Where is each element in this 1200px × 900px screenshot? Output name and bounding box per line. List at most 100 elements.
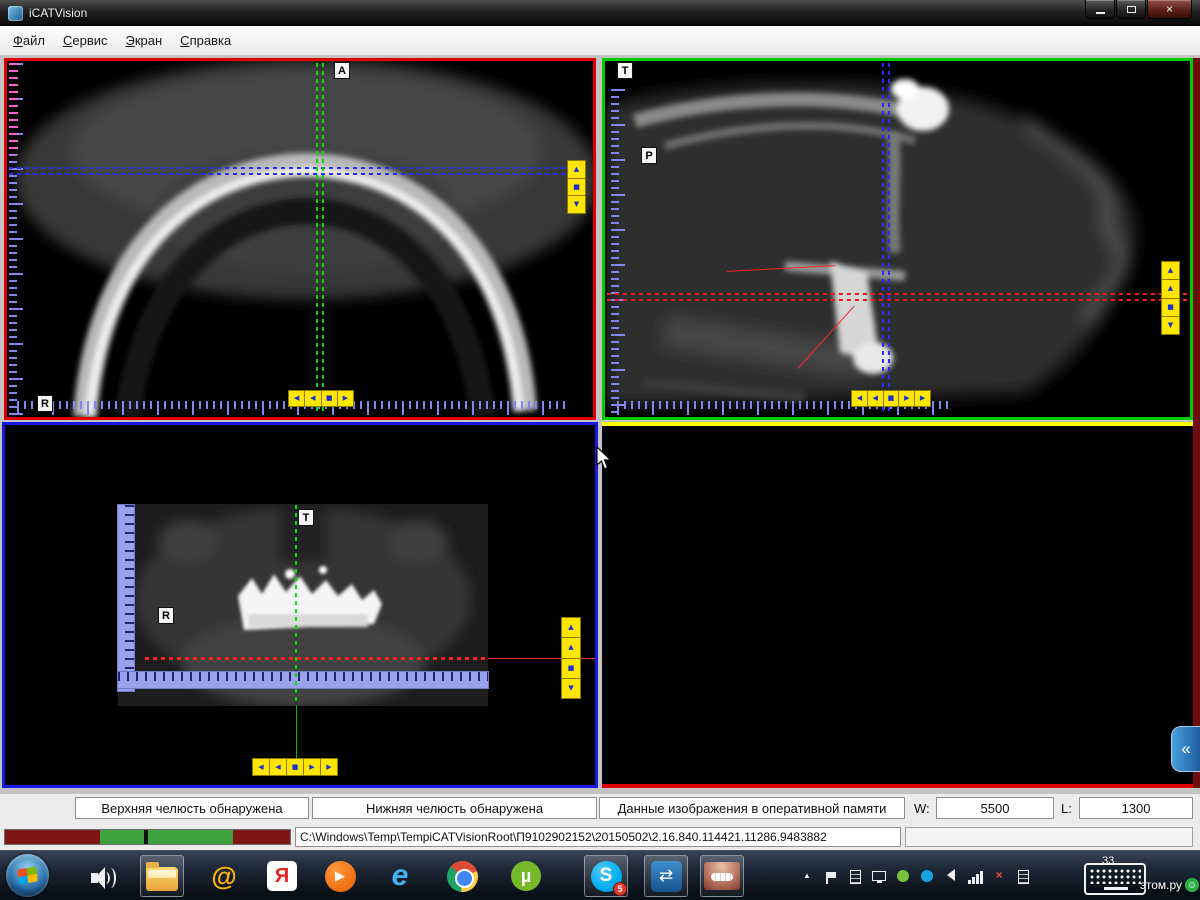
axial-ct-image[interactable] [7, 61, 593, 417]
slider-right-icon[interactable]: ▶ [321, 759, 337, 775]
minimize-icon [1096, 12, 1105, 14]
internet-explorer-icon[interactable]: e [382, 858, 418, 894]
axial-vertical-crosshair-line[interactable] [316, 63, 318, 415]
coronal-vertical-crosshair-extension[interactable] [296, 705, 297, 759]
window-width-field[interactable]: 5500 [936, 797, 1054, 819]
axial-horizontal-crosshair-line[interactable] [9, 167, 569, 169]
sagittal-slice-slider-vertical[interactable]: ▲ ▲ ■ ▼ [1161, 261, 1180, 335]
tray-volume-icon[interactable] [942, 866, 960, 884]
axial-slice-slider-horizontal[interactable]: ◀ ◀ ■ ▶ [288, 390, 354, 407]
menubar: Файл Сервис Экран Справка [0, 26, 1200, 56]
slider-down-icon[interactable]: ▼ [1162, 317, 1179, 334]
maximize-icon [1127, 6, 1136, 13]
tray-display-icon[interactable] [870, 866, 888, 884]
viewport-axial[interactable]: A R ▲ ■ ▼ ◀ ◀ ■ ▶ [4, 58, 596, 420]
minimize-button[interactable] [1085, 0, 1115, 19]
slider-down-icon[interactable]: ▼ [562, 679, 580, 698]
coronal-slice-slider-vertical[interactable]: ▲ ▲ ■ ▼ [561, 617, 581, 699]
slider-thumb-icon[interactable]: ■ [562, 659, 580, 679]
sagittal-vertical-crosshair-line[interactable] [888, 63, 890, 415]
viewport-sagittal[interactable]: T P ▲ ▲ ■ ▼ ◀ ◀ ■ ▶ ▶ [602, 58, 1193, 420]
teamviewer-panel-tab[interactable]: « [1171, 726, 1200, 772]
slider-thumb-icon[interactable]: ■ [884, 391, 900, 406]
sagittal-ct-image[interactable] [605, 61, 1190, 417]
axial-pink-ruler-segment [9, 63, 23, 155]
slider-left-icon[interactable]: ◀ [270, 759, 287, 775]
photo-viewer-icon[interactable] [704, 858, 740, 894]
menu-screen[interactable]: Экран [117, 29, 172, 52]
tray-skype-icon[interactable] [918, 866, 936, 884]
orientation-label-right: R [158, 607, 174, 624]
tray-document-icon[interactable] [846, 866, 864, 884]
coronal-vertical-crosshair-line[interactable] [295, 505, 297, 705]
coronal-slice-slider-horizontal[interactable]: ◀ ◀ ■ ▶ ▶ [252, 758, 338, 776]
histogram-segment [100, 830, 144, 844]
slider-right-icon[interactable]: ▶ [338, 391, 353, 406]
viewport-coronal[interactable]: T R ▲ ▲ ■ ▼ ◀ ◀ ■ ▶ ▶ [2, 422, 598, 788]
slider-right-icon[interactable]: ▶ [899, 391, 915, 406]
slider-left-icon[interactable]: ◀ [868, 391, 884, 406]
close-button[interactable]: × [1147, 0, 1192, 19]
slider-left-icon[interactable]: ◀ [253, 759, 270, 775]
window-title: iCATVision [29, 6, 87, 20]
tray-alert-icon[interactable]: × [990, 866, 1008, 884]
utorrent-icon[interactable]: µ [508, 858, 544, 894]
axial-slice-slider-vertical[interactable]: ▲ ■ ▼ [567, 160, 586, 214]
coronal-vertical-ruler [117, 504, 135, 692]
orientation-label-anterior: A [334, 62, 350, 79]
sagittal-vertical-crosshair-line[interactable] [882, 63, 884, 415]
axial-vertical-crosshair-line[interactable] [322, 63, 324, 415]
sagittal-horizontal-crosshair-line[interactable] [607, 293, 1188, 295]
app-icon [8, 6, 23, 21]
slider-right-icon[interactable]: ▶ [915, 391, 930, 406]
slider-up-icon[interactable]: ▲ [1162, 262, 1179, 280]
desktop: iCATVision × Файл Сервис Экран Справка [0, 0, 1200, 900]
explorer-icon[interactable] [144, 858, 180, 894]
status-lower-jaw: Нижняя челюсть обнаружена [312, 797, 597, 819]
window-level-field[interactable]: 1300 [1079, 797, 1193, 819]
mail-agent-icon[interactable]: @ [206, 858, 242, 894]
menu-file[interactable]: Файл [4, 29, 54, 52]
menu-help[interactable]: Справка [171, 29, 240, 52]
axial-horizontal-crosshair-line[interactable] [9, 173, 569, 175]
volume-mixer-icon[interactable] [86, 858, 122, 894]
slider-thumb-icon[interactable]: ■ [568, 179, 585, 197]
slider-thumb-icon[interactable]: ■ [1162, 299, 1179, 317]
tray-utorrent-icon[interactable] [894, 866, 912, 884]
show-hidden-icons-button[interactable]: ▲ [798, 866, 816, 884]
viewport-empty [602, 422, 1193, 788]
slider-right-icon[interactable]: ▶ [304, 759, 321, 775]
maximize-button[interactable] [1116, 0, 1146, 19]
tray-flag-icon[interactable] [822, 866, 840, 884]
yandex-browser-icon[interactable]: Я [264, 858, 300, 894]
slider-up-icon[interactable]: ▲ [562, 638, 580, 658]
windows-logo-icon [17, 866, 37, 884]
slider-thumb-icon[interactable]: ■ [322, 391, 338, 406]
slider-down-icon[interactable]: ▼ [568, 196, 585, 213]
coronal-horizontal-ruler [117, 671, 489, 689]
titlebar: iCATVision × [0, 0, 1200, 26]
teamviewer-icon[interactable]: ⇄ [648, 858, 684, 894]
sagittal-horizontal-crosshair-line[interactable] [607, 299, 1188, 301]
start-button[interactable] [6, 854, 49, 897]
tray-network-icon[interactable] [966, 866, 984, 884]
window-edge-strip [1193, 58, 1200, 788]
slider-up-icon[interactable]: ▲ [562, 618, 580, 638]
slider-left-icon[interactable]: ◀ [852, 391, 868, 406]
window-level-histogram[interactable] [4, 829, 291, 845]
status-bar: Верхняя челюсть обнаружена Нижняя челюст… [0, 794, 1200, 824]
slider-thumb-icon[interactable]: ■ [287, 759, 304, 775]
slider-up-icon[interactable]: ▲ [1162, 280, 1179, 298]
media-player-icon[interactable]: ▶ [322, 858, 358, 894]
skype-icon[interactable]: S 5 [588, 858, 624, 894]
slider-left-icon[interactable]: ◀ [289, 391, 305, 406]
coronal-horizontal-crosshair-line[interactable] [145, 657, 488, 660]
slider-left-icon[interactable]: ◀ [305, 391, 321, 406]
sagittal-slice-slider-horizontal[interactable]: ◀ ◀ ■ ▶ ▶ [851, 390, 931, 407]
chrome-icon[interactable] [444, 858, 480, 894]
window-level-label: L: [1061, 801, 1072, 816]
tray-page-icon[interactable] [1014, 866, 1032, 884]
slider-up-icon[interactable]: ▲ [568, 161, 585, 179]
menu-service[interactable]: Сервис [54, 29, 117, 52]
window-width-label: W: [914, 801, 930, 816]
